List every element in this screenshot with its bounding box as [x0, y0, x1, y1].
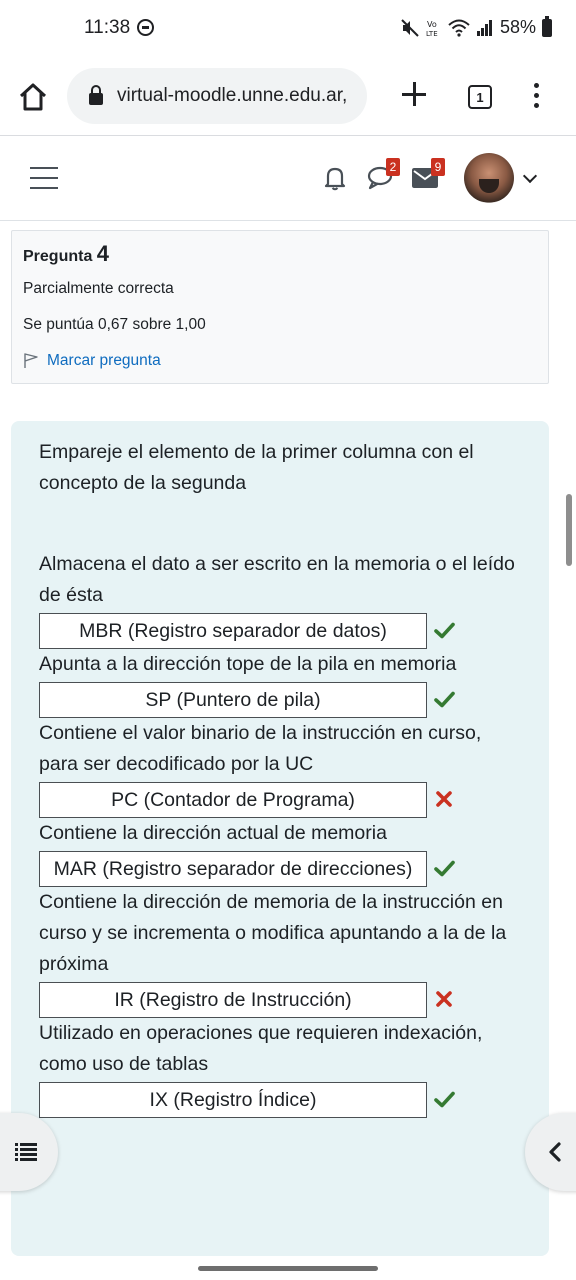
battery-percent: 58% [499, 17, 536, 37]
question-title: Pregunta 4 [23, 241, 109, 267]
answer-select[interactable]: MBR (Registro separador de datos) [39, 613, 427, 649]
battery-icon [542, 15, 552, 37]
question-info: Pregunta 4 Parcialmente correcta Se punt… [11, 230, 549, 384]
pair-stem: Utilizado en operaciones que requieren i… [39, 1022, 483, 1075]
page-scrollbar[interactable] [566, 494, 572, 566]
answer-select[interactable]: IX (Registro Índice) [39, 1082, 427, 1118]
gesture-bar [0, 1256, 576, 1280]
question-state: Parcialmente correcta [23, 280, 174, 297]
pair-stem: Contiene el valor binario de la instrucc… [39, 722, 482, 775]
answer-select[interactable]: SP (Puntero de pila) [39, 682, 427, 718]
check-icon [434, 691, 455, 708]
url-text: virtual-moodle.unne.edu.ar, [117, 85, 348, 106]
pair-stem: Contiene la dirección actual de memoria [39, 822, 387, 844]
question-content: Empareje el elemento de la primer column… [11, 421, 549, 1256]
volte-icon: VoLTE [426, 20, 438, 38]
status-icons: Vo LTE 58% [400, 15, 552, 38]
answer-select[interactable]: MAR (Registro separador de direcciones) [39, 851, 427, 887]
lock-icon [89, 85, 103, 105]
status-bar: 11:38 Vo LTE 58% [0, 0, 576, 56]
pair-answer-row: MBR (Registro separador de datos) [39, 613, 539, 649]
svg-text:LTE: LTE [426, 30, 438, 38]
pair-answer-row: IX (Registro Índice) [39, 1082, 539, 1118]
pair-answer-row: PC (Contador de Programa) [39, 782, 539, 818]
signal-icon [476, 19, 492, 36]
check-icon [434, 1091, 455, 1108]
pair-answer-row: SP (Puntero de pila) [39, 682, 539, 718]
question-title-label: Pregunta [23, 248, 93, 265]
page: 11:38 Vo LTE 58% virtual-moodle.unne.edu.… [0, 0, 576, 1280]
wifi-icon [448, 19, 470, 37]
mail-badge: 9 [431, 158, 445, 176]
match-pairs: Almacena el dato a ser escrito en la mem… [39, 549, 539, 1118]
browser-toolbar: virtual-moodle.unne.edu.ar, 1 [0, 56, 576, 136]
pair-stem: Contiene la dirección de memoria de la i… [39, 891, 507, 975]
flag-question-link[interactable]: Marcar pregunta [23, 352, 161, 370]
chat-badge: 2 [386, 158, 400, 176]
more-options-icon[interactable] [531, 83, 541, 111]
pair-stem: Almacena el dato a ser escrito en la mem… [39, 553, 515, 606]
svg-text:Vo: Vo [427, 20, 437, 29]
check-icon [434, 860, 455, 877]
pair-stem: Apunta a la dirección tope de la pila en… [39, 653, 457, 675]
cross-icon [436, 791, 452, 807]
flag-question-label: Marcar pregunta [47, 352, 161, 369]
pair-answer-row: IR (Registro de Instrucción) [39, 982, 539, 1018]
bell-icon[interactable] [322, 165, 348, 191]
flag-icon [24, 353, 38, 368]
notification-dot-icon [137, 19, 154, 36]
answer-select[interactable]: IR (Registro de Instrucción) [39, 982, 427, 1018]
check-icon [434, 622, 455, 639]
status-time: 11:38 [84, 17, 131, 38]
moodle-navbar: 2 9 [0, 137, 576, 221]
question-number: 4 [96, 241, 110, 266]
question-grade: Se puntúa 0,67 sobre 1,00 [23, 316, 206, 333]
home-icon[interactable] [16, 80, 50, 114]
answer-select[interactable]: PC (Contador de Programa) [39, 782, 427, 818]
hamburger-menu-icon[interactable] [30, 167, 58, 189]
avatar[interactable] [464, 153, 514, 203]
new-tab-icon[interactable] [399, 80, 429, 110]
chevron-left-icon [549, 1142, 561, 1162]
mute-icon [401, 18, 419, 37]
question-prompt: Empareje el elemento de la primer column… [39, 441, 474, 494]
gesture-handle[interactable] [198, 1266, 378, 1271]
list-icon [15, 1143, 37, 1161]
pair-answer-row: MAR (Registro separador de direcciones) [39, 851, 539, 887]
chevron-down-icon[interactable] [522, 168, 538, 184]
tab-switcher-button[interactable]: 1 [468, 85, 492, 109]
address-bar[interactable]: virtual-moodle.unne.edu.ar, [67, 68, 367, 124]
cross-icon [436, 991, 452, 1007]
